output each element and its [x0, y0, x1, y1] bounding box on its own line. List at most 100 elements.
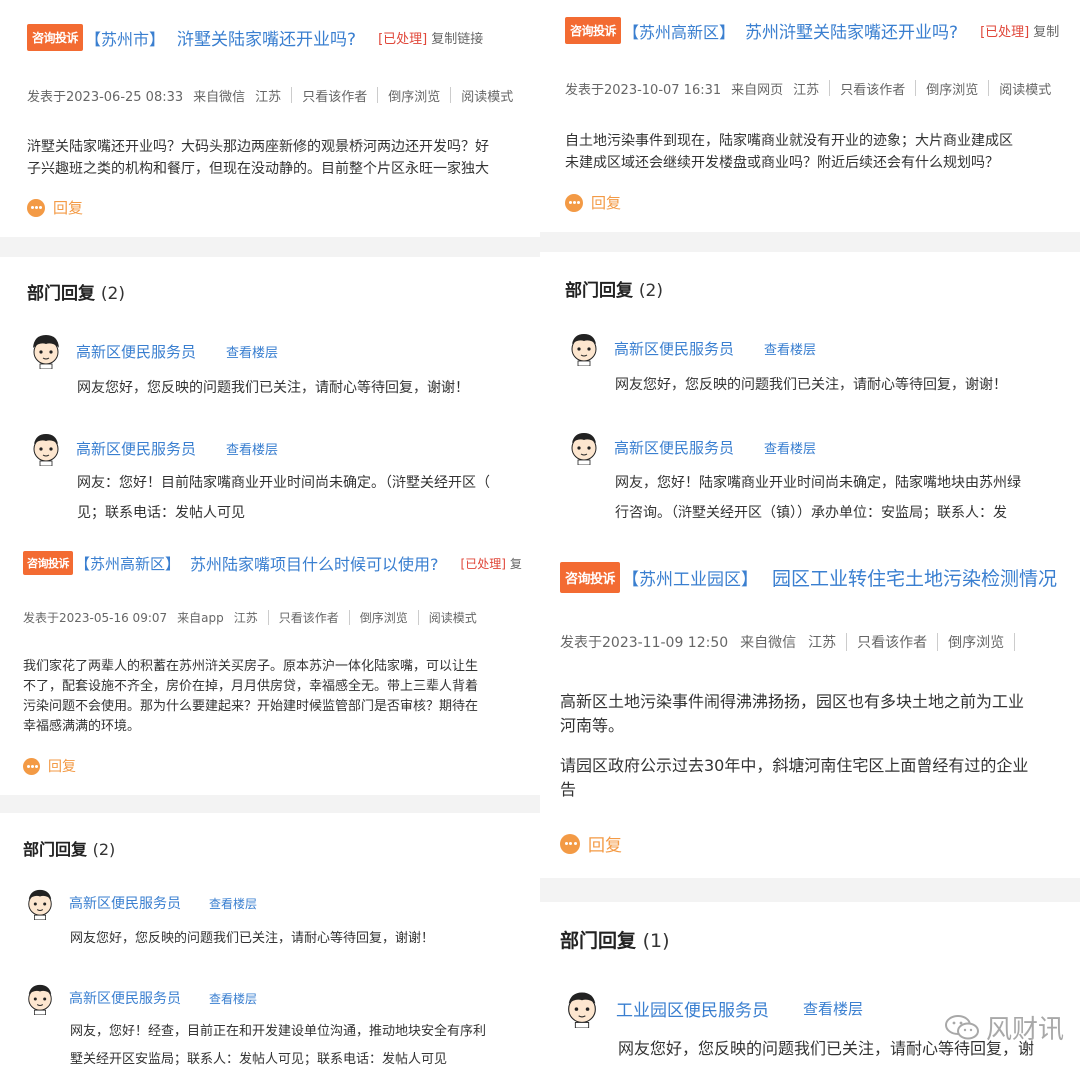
- post-source: 来自微信: [740, 635, 797, 651]
- category-badge[interactable]: 咨询投诉: [565, 17, 622, 44]
- dept-reply-title: 部门回复: [560, 930, 637, 952]
- view-floor-link[interactable]: 查看楼层: [803, 998, 863, 1019]
- content-line: 不了，配套设施不齐全，房价在掉，月月供房贷，幸福感全无。带上三辈人背着: [23, 679, 479, 694]
- avatar: [33, 434, 59, 466]
- replier-name[interactable]: 高新区便民服务员: [614, 338, 734, 359]
- category-badge[interactable]: 咨询投诉: [560, 562, 621, 593]
- reply-line: 见；联系电话：发帖人可见: [77, 505, 245, 521]
- post-title[interactable]: 苏州陆家嘴项目什么时候可以使用?: [190, 551, 439, 575]
- reply-button[interactable]: 回复: [560, 831, 622, 856]
- reading-mode-link[interactable]: 阅读模式: [461, 86, 513, 105]
- replier-name[interactable]: 高新区便民服务员: [76, 438, 196, 459]
- post-title-line: 咨询投诉 【苏州工业园区】 园区工业转住宅土地污染检测情况: [560, 562, 1057, 593]
- post-source: 来自app: [177, 611, 224, 625]
- reading-mode-link[interactable]: 阅读模式: [429, 609, 477, 626]
- reply-content: 网友，您好！陆家嘴商业开业时间尚未确定，陆家嘴地块由苏州绿 行咨询。（浒墅关经开…: [615, 468, 1021, 528]
- avatar: [571, 334, 597, 366]
- reply-line: 网友您好，您反映的问题我们已关注，请耐心等待回复，谢谢！: [70, 931, 435, 946]
- view-floor-link[interactable]: 查看楼层: [209, 990, 257, 1007]
- reply-content: 网友，您好！经查，目前正在和开发建设单位沟通，推动地块安全有序利 墅关经开区安监…: [70, 1018, 486, 1074]
- reply-line: 行咨询。（浒墅关经开区（镇））承办单位：安监局；联系人：发: [615, 505, 1007, 521]
- view-floor-link[interactable]: 查看楼层: [226, 342, 278, 361]
- category-badge[interactable]: 咨询投诉: [27, 24, 84, 51]
- reply-line: 网友，您好！经查，目前正在和开发建设单位沟通，推动地块安全有序利: [70, 1024, 487, 1039]
- status-tag: [已处理]: [378, 32, 428, 47]
- post-meta: 发表于2023-11-09 12:50 来自微信 江苏 只看该作者 倒序浏览: [560, 632, 1025, 652]
- reply-header: 高新区便民服务员 查看楼层: [30, 333, 278, 369]
- reverse-order-link[interactable]: 倒序浏览: [948, 632, 1004, 652]
- divider: [915, 80, 917, 96]
- author-only-link[interactable]: 只看该作者: [840, 79, 905, 98]
- content-line: 子兴趣班之类的机构和餐厅，但现在没动静的。目前整个片区永旺一家独大: [27, 161, 489, 177]
- reply-content: 网友您好，您反映的问题我们已关注，请耐心等待回复，谢谢！: [70, 926, 434, 952]
- dept-reply-title: 部门回复: [27, 284, 95, 304]
- post-meta: 发表于2023-05-16 09:07 来自app 江苏 只看该作者 倒序浏览 …: [23, 609, 477, 626]
- post-panel-4: 咨询投诉 【苏州工业园区】 园区工业转住宅土地污染检测情况 发表于2023-11…: [540, 540, 1080, 1080]
- post-title-line: 咨询投诉 【苏州市】 浒墅关陆家嘴还开业吗? [已处理] 复制链接: [27, 24, 483, 51]
- comment-icon: [560, 833, 580, 854]
- post-location: 江苏: [808, 635, 837, 651]
- reply-button[interactable]: 回复: [23, 756, 76, 776]
- reply-header: 高新区便民服务员 查看楼层: [25, 981, 257, 1015]
- reply-button[interactable]: 回复: [27, 197, 83, 218]
- reply-button[interactable]: 回复: [565, 192, 621, 213]
- reply-label: 回复: [48, 759, 76, 775]
- region-tag[interactable]: 【苏州市】: [85, 26, 165, 50]
- author-only-link[interactable]: 只看该作者: [279, 609, 339, 626]
- reply-header: 高新区便民服务员 查看楼层: [568, 429, 816, 465]
- region-tag[interactable]: 【苏州高新区】: [75, 553, 180, 574]
- reverse-order-link[interactable]: 倒序浏览: [926, 79, 978, 98]
- post-panel-2: 咨询投诉 【苏州高新区】 苏州浒墅关陆家嘴还开业吗? [已处理] 复制 发表于2…: [540, 0, 1080, 540]
- comment-icon: [565, 193, 583, 212]
- watermark: 风财讯: [944, 1009, 1064, 1046]
- copy-link[interactable]: 复制: [1033, 21, 1059, 40]
- replier-name[interactable]: 高新区便民服务员: [69, 893, 181, 913]
- region-tag[interactable]: 【苏州高新区】: [623, 19, 735, 43]
- wechat-icon: [944, 1014, 979, 1039]
- author-only-link[interactable]: 只看该作者: [857, 632, 927, 652]
- view-floor-link[interactable]: 查看楼层: [764, 339, 816, 358]
- copy-link[interactable]: 复: [510, 555, 522, 572]
- replier-name[interactable]: 高新区便民服务员: [76, 341, 196, 362]
- view-floor-link[interactable]: 查看楼层: [764, 438, 816, 457]
- post-title[interactable]: 园区工业转住宅土地污染检测情况: [772, 564, 1057, 591]
- avatar: [571, 433, 597, 465]
- reply-label: 回复: [591, 194, 622, 212]
- region-tag[interactable]: 【苏州工业园区】: [622, 565, 758, 590]
- content-line: 告: [560, 780, 577, 799]
- replier-name[interactable]: 高新区便民服务员: [614, 437, 734, 458]
- dept-reply-heading: 部门回复 (1): [560, 926, 670, 953]
- content-line: 河南等。: [560, 716, 625, 735]
- avatar: [28, 984, 52, 1015]
- dept-reply-count: (2): [100, 284, 126, 304]
- content-line: 我们家花了两辈人的积蓄在苏州浒关买房子。原本苏沪一体化陆家嘴，可以让生: [23, 659, 479, 674]
- content-line: 高新区土地污染事件闹得沸沸扬扬，园区也有多块土地之前为工业: [560, 692, 1025, 711]
- category-badge[interactable]: 咨询投诉: [23, 551, 73, 575]
- post-title[interactable]: 苏州浒墅关陆家嘴还开业吗?: [745, 18, 958, 43]
- content-line: 未建成区域还会继续开发楼盘或商业吗？附近后续还会有什么规划吗？: [565, 155, 999, 171]
- copy-link[interactable]: 复制链接: [431, 28, 483, 47]
- divider: [846, 633, 848, 651]
- replier-name[interactable]: 高新区便民服务员: [69, 988, 181, 1008]
- post-date: 发表于2023-11-09 12:50: [560, 635, 729, 651]
- watermark-text: 风财讯: [985, 1015, 1064, 1045]
- post-content: 高新区土地污染事件闹得沸沸扬扬，园区也有多块土地之前为工业 河南等。 请园区政府…: [560, 690, 1028, 802]
- view-floor-link[interactable]: 查看楼层: [209, 895, 257, 912]
- divider: [450, 87, 452, 103]
- post-title-line: 咨询投诉 【苏州高新区】 苏州浒墅关陆家嘴还开业吗? [已处理] 复制: [565, 17, 1059, 44]
- replier-name[interactable]: 工业园区便民服务员: [616, 996, 769, 1021]
- reverse-order-link[interactable]: 倒序浏览: [360, 609, 408, 626]
- post-content: 自土地污染事件到现在，陆家嘴商业就没有开业的迹象；大片商业建成区 未建成区域还会…: [565, 130, 1013, 174]
- author-only-link[interactable]: 只看该作者: [302, 86, 367, 105]
- reading-mode-link[interactable]: 阅读模式: [999, 79, 1051, 98]
- post-title[interactable]: 浒墅关陆家嘴还开业吗?: [177, 25, 356, 50]
- reply-line: 网友：您好！目前陆家嘴商业开业时间尚未确定。（浒墅关经开区（: [77, 475, 490, 491]
- avatar: [568, 992, 596, 1028]
- post-date: 发表于2023-06-25 08:33: [27, 89, 184, 105]
- divider: [417, 610, 419, 625]
- reverse-order-link[interactable]: 倒序浏览: [388, 86, 440, 105]
- view-floor-link[interactable]: 查看楼层: [226, 439, 278, 458]
- reply-content: 网友：您好！目前陆家嘴商业开业时间尚未确定。（浒墅关经开区（ 见；联系电话：发帖…: [77, 468, 490, 528]
- divider: [937, 633, 939, 651]
- section-divider: [0, 237, 540, 257]
